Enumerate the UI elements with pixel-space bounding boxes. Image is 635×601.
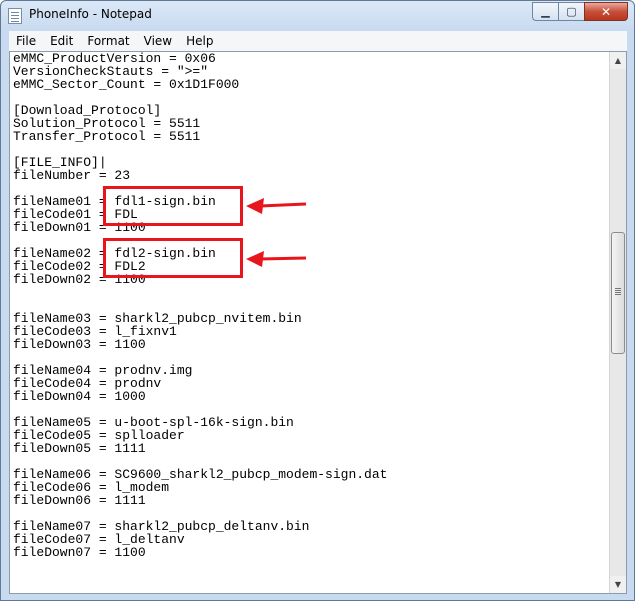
scroll-up-button[interactable]: ▲ <box>610 52 626 69</box>
text-line: fileDown05 = 1111 <box>13 441 146 456</box>
maximize-icon: ▢ <box>566 5 577 18</box>
window-controls: ▁ ▢ ✕ <box>532 2 628 21</box>
highlight-box-filename01 <box>103 186 243 226</box>
menu-bar: File Edit Format View Help <box>9 31 627 51</box>
text-line: Transfer_Protocol = 5511 <box>13 129 201 144</box>
text-line: fileDown02 = 1100 <box>13 272 146 287</box>
red-arrow-icon <box>246 251 307 267</box>
menu-edit[interactable]: Edit <box>43 34 80 48</box>
arrow-down-icon: ▼ <box>614 580 622 589</box>
text-line: fileDown06 = 1111 <box>13 493 146 508</box>
red-arrow-icon <box>246 198 307 214</box>
text-line: fileDown07 = 1100 <box>13 545 146 560</box>
text-line: fileDown01 = 1100 <box>13 220 146 235</box>
scroll-down-button[interactable]: ▼ <box>610 576 626 593</box>
text-line: eMMC_Sector_Count = 0x1D1F000 <box>13 77 240 92</box>
text-line: fileNumber = 23 <box>13 168 131 183</box>
maximize-button[interactable]: ▢ <box>558 2 584 21</box>
window-title: PhoneInfo - Notepad <box>29 7 152 21</box>
text-line: fileDown03 = 1100 <box>13 337 146 352</box>
editor-text[interactable]: eMMC_ProductVersion = 0x06 VersionCheckSt… <box>13 52 603 559</box>
vertical-scrollbar[interactable]: ▲ ▼ <box>609 52 626 593</box>
highlight-box-filename02 <box>103 238 243 278</box>
grip-icon <box>615 288 621 289</box>
title-bar[interactable]: PhoneInfo - Notepad ▁ ▢ ✕ <box>1 1 634 31</box>
minimize-button[interactable]: ▁ <box>532 2 558 21</box>
arrow-up-icon: ▲ <box>614 56 622 65</box>
menu-help[interactable]: Help <box>179 34 220 48</box>
minimize-icon: ▁ <box>541 5 550 18</box>
menu-format[interactable]: Format <box>80 34 136 48</box>
notepad-icon <box>8 8 22 24</box>
close-icon: ✕ <box>600 4 612 19</box>
menu-file[interactable]: File <box>9 34 43 48</box>
text-line: fileDown04 = 1000 <box>13 389 146 404</box>
text-editor[interactable]: eMMC_ProductVersion = 0x06 VersionCheckSt… <box>9 51 627 594</box>
menu-view[interactable]: View <box>137 34 179 48</box>
scroll-thumb[interactable] <box>611 232 625 354</box>
text-line <box>13 286 603 299</box>
close-button[interactable]: ✕ <box>584 2 628 21</box>
notepad-window: PhoneInfo - Notepad ▁ ▢ ✕ File Edit Form… <box>0 0 635 601</box>
